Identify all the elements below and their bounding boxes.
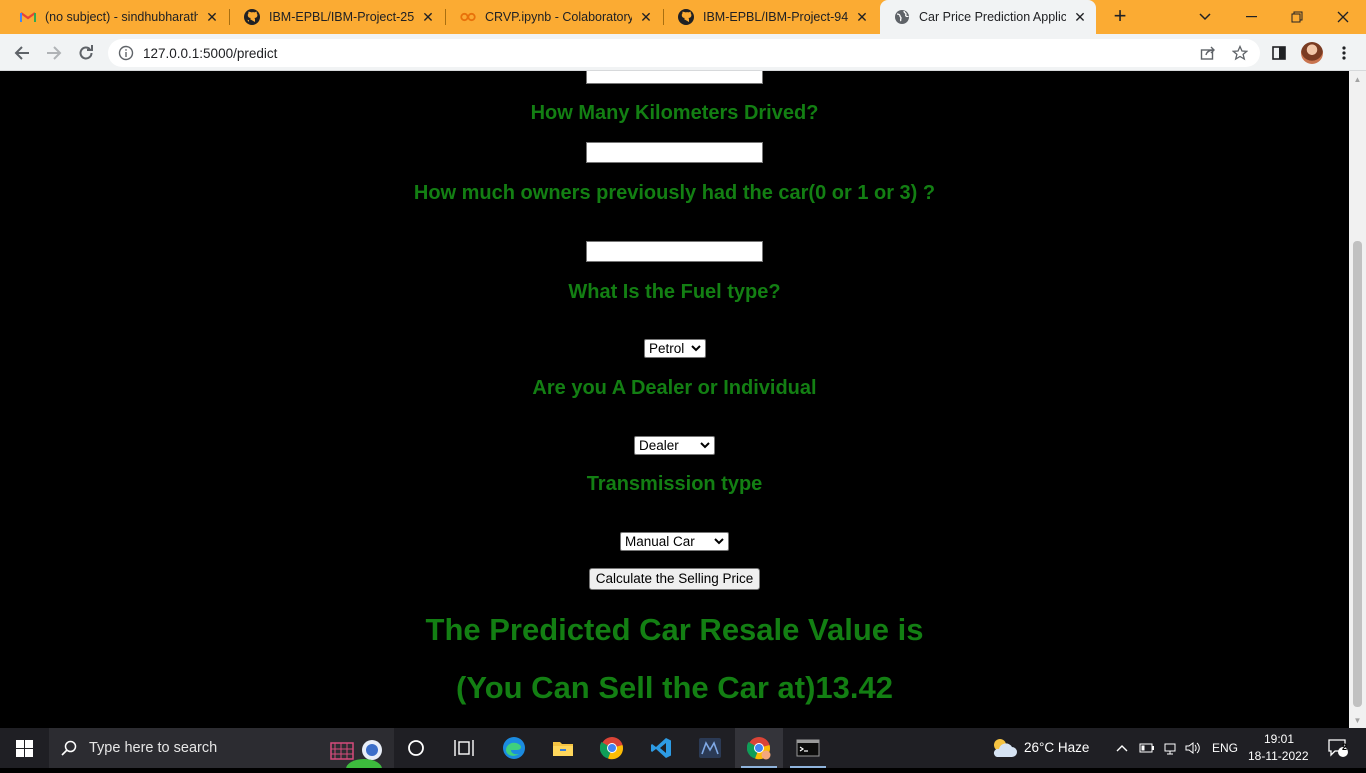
fuel-type-label: What Is the Fuel type? xyxy=(568,281,781,303)
tab-github-1[interactable]: IBM-EPBL/IBM-Project-25566 ✕ xyxy=(230,0,444,34)
close-window-button[interactable] xyxy=(1320,0,1366,34)
notification-count: 2 xyxy=(1342,742,1348,752)
close-tab-icon[interactable]: ✕ xyxy=(638,9,654,25)
seller-type-value: Dealer xyxy=(639,438,679,453)
minimize-button[interactable] xyxy=(1228,0,1274,34)
tab-title: CRVP.ipynb - Colaboratory xyxy=(485,10,632,24)
previous-field-input[interactable] xyxy=(586,71,763,84)
cortana-icon[interactable] xyxy=(392,728,440,768)
kilometers-label: How Many Kilometers Drived? xyxy=(530,102,819,124)
battery-icon[interactable] xyxy=(1137,728,1157,768)
seller-type-select[interactable]: Dealer xyxy=(634,436,715,455)
result-value: (You Can Sell the Car at)13.42 xyxy=(456,670,893,705)
bookmark-star-icon[interactable] xyxy=(1230,43,1250,63)
scroll-up-icon[interactable]: ▲ xyxy=(1353,75,1362,84)
taskbar-search-box[interactable]: Type here to search xyxy=(49,728,394,773)
volume-icon[interactable] xyxy=(1183,728,1203,768)
close-tab-icon[interactable]: ✕ xyxy=(1072,9,1088,25)
restore-button[interactable] xyxy=(1274,0,1320,34)
chevron-down-icon xyxy=(691,345,701,352)
search-placeholder: Type here to search xyxy=(89,740,218,756)
tab-car-price[interactable]: Car Price Prediction Applicati ✕ xyxy=(880,0,1096,34)
vscode-icon[interactable] xyxy=(637,728,685,768)
tab-title: IBM-EPBL/IBM-Project-25566 xyxy=(269,10,414,24)
transmission-label: Transmission type xyxy=(586,473,763,495)
language-indicator[interactable]: ENG xyxy=(1212,741,1238,755)
owners-label: How much owners previously had the car(0… xyxy=(413,182,936,204)
back-button[interactable] xyxy=(8,39,36,67)
page-scrollbar[interactable]: ▲ ▼ xyxy=(1349,71,1366,728)
clock-date[interactable]: 18-11-2022 xyxy=(1248,749,1309,763)
share-icon[interactable] xyxy=(1198,43,1218,63)
transmission-select[interactable]: Manual Car xyxy=(620,532,729,551)
address-bar[interactable]: 127.0.0.1:5000/predict xyxy=(108,39,1260,67)
tab-search-button[interactable] xyxy=(1182,0,1228,34)
result-heading: The Predicted Car Resale Value is xyxy=(425,612,924,647)
kilometers-input[interactable] xyxy=(586,142,763,163)
reload-button[interactable] xyxy=(72,39,100,67)
windows-taskbar: Type here to search 26°C Haze ENG 19:01 … xyxy=(0,728,1366,773)
terminal-icon[interactable] xyxy=(784,728,832,768)
chevron-down-icon xyxy=(714,538,724,545)
file-explorer-icon[interactable] xyxy=(539,728,587,768)
gmail-icon xyxy=(20,9,36,25)
browser-toolbar: 127.0.0.1:5000/predict xyxy=(0,34,1366,71)
menu-dots-icon[interactable] xyxy=(1333,42,1355,64)
scroll-down-icon[interactable]: ▼ xyxy=(1353,716,1362,725)
profile-avatar[interactable] xyxy=(1301,42,1323,64)
browser-tabstrip: (no subject) - sindhubharathi ✕ IBM-EPBL… xyxy=(0,0,1366,34)
fuel-type-value: Petrol xyxy=(649,341,685,356)
tab-colab[interactable]: CRVP.ipynb - Colaboratory ✕ xyxy=(446,0,662,34)
calculate-price-button[interactable]: Calculate the Selling Price xyxy=(589,568,760,590)
chevron-up-icon[interactable] xyxy=(1112,728,1132,768)
transmission-value: Manual Car xyxy=(625,534,695,549)
notification-icon[interactable]: 2 xyxy=(1318,728,1358,768)
url-text: 127.0.0.1:5000/predict xyxy=(143,45,278,61)
edge-icon[interactable] xyxy=(490,728,538,768)
windows-start-icon[interactable] xyxy=(0,728,48,768)
tab-title: IBM-EPBL/IBM-Project-9485- xyxy=(703,10,848,24)
chrome-icon[interactable] xyxy=(588,728,636,768)
forward-button[interactable] xyxy=(40,39,68,67)
chrome-active-icon[interactable] xyxy=(735,728,783,768)
tab-github-2[interactable]: IBM-EPBL/IBM-Project-9485- ✕ xyxy=(664,0,878,34)
owners-input[interactable] xyxy=(586,241,763,262)
weather-text[interactable]: 26°C Haze xyxy=(1024,740,1089,755)
tab-title: (no subject) - sindhubharathi xyxy=(45,10,198,24)
search-highlight-icon xyxy=(329,739,382,773)
github-icon xyxy=(244,9,260,25)
tab-title: Car Price Prediction Applicati xyxy=(919,10,1066,24)
search-icon xyxy=(61,740,77,756)
scrollbar-thumb[interactable] xyxy=(1353,241,1362,707)
info-icon[interactable] xyxy=(118,45,134,61)
globe-icon xyxy=(894,9,910,25)
seller-type-label: Are you A Dealer or Individual xyxy=(532,377,817,399)
anaconda-navigator-icon[interactable] xyxy=(686,728,734,768)
github-icon xyxy=(678,9,694,25)
network-icon[interactable] xyxy=(1160,728,1180,768)
side-panel-icon[interactable] xyxy=(1268,42,1290,64)
close-tab-icon[interactable]: ✕ xyxy=(420,9,436,25)
page-content: How Many Kilometers Drived? How much own… xyxy=(0,71,1349,728)
fuel-type-select[interactable]: Petrol xyxy=(644,339,706,358)
weather-cloud-icon[interactable] xyxy=(986,728,1022,768)
new-tab-button[interactable]: + xyxy=(1108,5,1132,29)
close-tab-icon[interactable]: ✕ xyxy=(854,9,870,25)
close-tab-icon[interactable]: ✕ xyxy=(204,9,220,25)
tab-gmail[interactable]: (no subject) - sindhubharathi ✕ xyxy=(6,0,228,34)
clock-time[interactable]: 19:01 xyxy=(1264,732,1294,746)
task-view-icon[interactable] xyxy=(440,728,488,768)
chevron-down-icon xyxy=(700,442,710,449)
colab-icon xyxy=(460,9,476,25)
